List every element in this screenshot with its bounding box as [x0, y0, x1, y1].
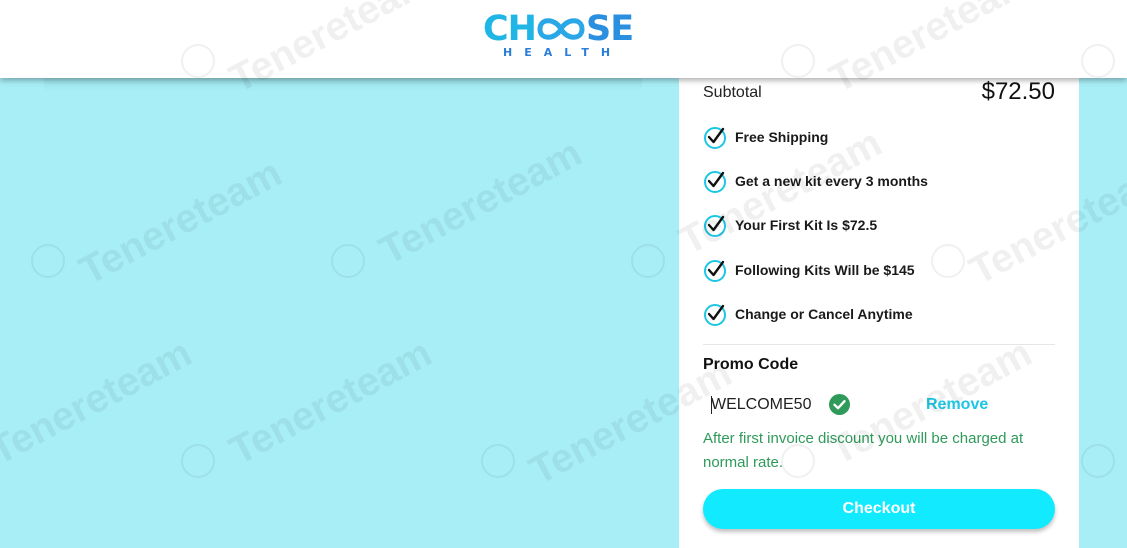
feature-item: Your First Kit Is $72.5 — [703, 213, 1055, 237]
check-circle-icon — [704, 171, 726, 193]
feature-label: Free Shipping — [735, 129, 829, 145]
watermark-seal — [631, 244, 665, 278]
promo-code-input[interactable] — [709, 394, 829, 416]
check-circle-icon — [704, 215, 726, 237]
logo-word-left: CH — [483, 9, 537, 49]
feature-item: Get a new kit every 3 months — [703, 169, 1055, 193]
feature-label: Your First Kit Is $72.5 — [735, 217, 878, 233]
watermark-text: Tenereteam — [0, 330, 199, 474]
feature-item: Free Shipping — [703, 125, 1055, 149]
promo-code-title: Promo Code — [703, 356, 799, 373]
section-divider — [703, 344, 1055, 345]
watermark-seal — [181, 444, 215, 478]
logo-word-right: SE — [585, 9, 634, 49]
check-circle-icon — [704, 260, 726, 282]
subtotal-label: Subtotal — [703, 84, 762, 101]
content-card-edge — [44, 78, 642, 92]
watermark-text: Tenereteam — [72, 150, 289, 294]
watermark-seal — [331, 244, 365, 278]
subtotal-row: Subtotal $72.50 — [703, 78, 1055, 108]
feature-label: Change or Cancel Anytime — [735, 306, 913, 322]
site-header: CH SE HEALTH — [0, 0, 1127, 78]
text-caret — [711, 396, 712, 414]
watermark-seal — [481, 444, 515, 478]
check-circle-filled-icon — [829, 394, 850, 415]
checkout-button[interactable]: Checkout — [703, 489, 1055, 529]
order-summary-panel: Subtotal $72.50 Free Shipping Get a new … — [679, 70, 1079, 548]
feature-label: Get a new kit every 3 months — [735, 173, 928, 189]
subtotal-value: $72.50 — [981, 78, 1055, 105]
choose-health-logo[interactable]: CH SE HEALTH — [483, 11, 635, 61]
watermark-text: Tenereteam — [372, 130, 589, 274]
logo-subtitle: HEALTH — [503, 46, 623, 59]
feature-label: Following Kits Will be $145 — [735, 262, 915, 278]
feature-item: Change or Cancel Anytime — [703, 302, 1055, 326]
check-circle-icon — [704, 127, 726, 149]
promo-note: After first invoice discount you will be… — [703, 430, 1024, 471]
watermark-seal — [1081, 444, 1115, 478]
feature-item: Following Kits Will be $145 — [703, 258, 1055, 282]
watermark-seal — [31, 244, 65, 278]
watermark-text: Tenereteam — [222, 330, 439, 474]
infinity-icon — [537, 18, 585, 40]
remove-promo-link[interactable]: Remove — [926, 396, 988, 414]
check-circle-icon — [704, 304, 726, 326]
